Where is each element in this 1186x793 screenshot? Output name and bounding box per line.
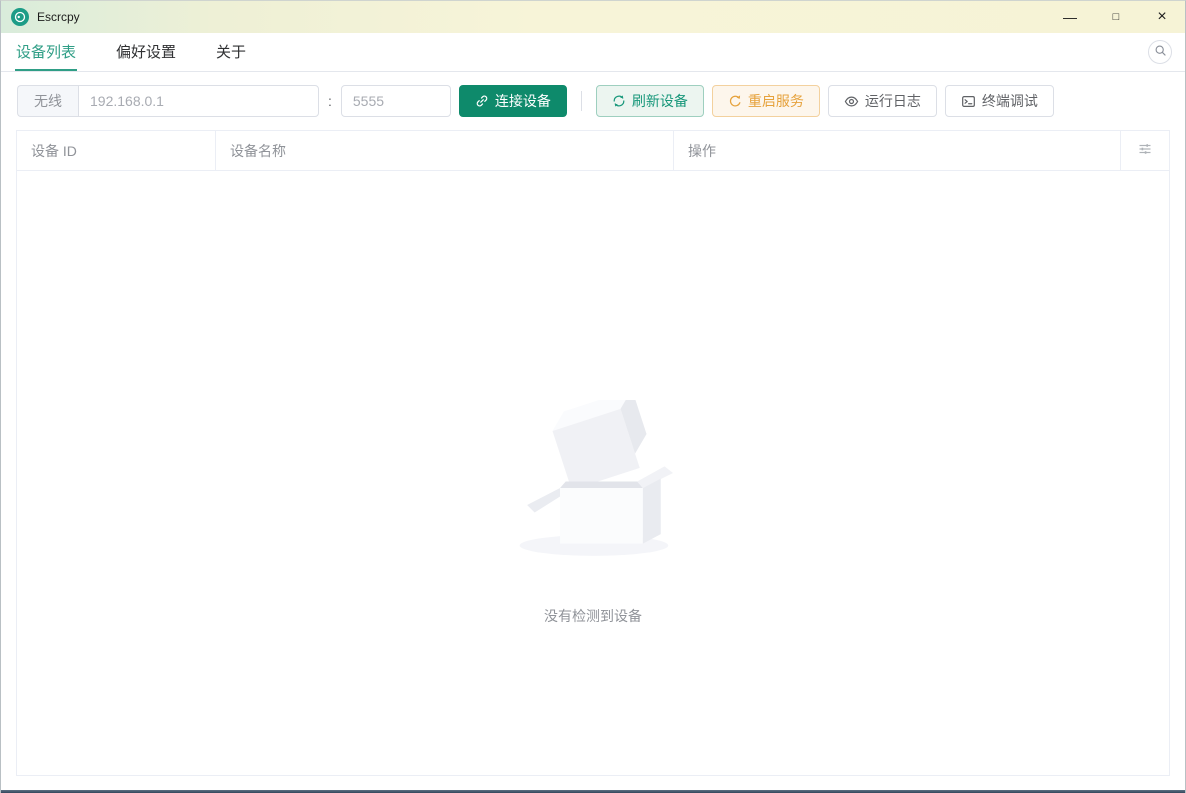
ip-port-separator: :	[328, 93, 332, 109]
refresh-right-icon	[728, 94, 742, 108]
column-header-device-id: 设备 ID	[17, 131, 216, 170]
maximize-button[interactable]: □	[1093, 1, 1139, 33]
refresh-icon	[612, 94, 626, 108]
refresh-devices-button[interactable]: 刷新设备	[595, 85, 704, 117]
empty-box-illustration	[519, 400, 673, 556]
empty-state-text: 没有检测到设备	[544, 608, 642, 624]
operation-sliders-icon	[1137, 141, 1153, 160]
run-logs-label: 运行日志	[864, 93, 921, 109]
refresh-devices-label: 刷新设备	[631, 93, 688, 109]
device-table: 设备 ID 设备名称 操作 没有检测到设备	[16, 130, 1170, 776]
minimize-button[interactable]: —	[1047, 1, 1093, 33]
tab-device-list[interactable]: 设备列表	[15, 33, 78, 71]
close-button[interactable]: ×	[1139, 1, 1185, 33]
connection-toolbar: 无线 : 连接设备	[1, 72, 1185, 130]
window-bottom-padding	[1, 776, 1185, 790]
link-icon	[475, 94, 489, 108]
terminal-debug-label: 终端调试	[981, 93, 1038, 109]
toolbar-divider	[580, 91, 582, 111]
tabbar: 设备列表 偏好设置 关于	[1, 33, 1185, 72]
column-settings-button[interactable]	[1121, 131, 1169, 170]
column-header-operations: 操作	[674, 131, 1121, 170]
search-button[interactable]	[1148, 40, 1172, 64]
titlebar-left: Escrcpy	[1, 8, 80, 26]
view-eye-icon	[844, 94, 859, 109]
app-title: Escrcpy	[37, 10, 80, 24]
tab-label: 偏好设置	[116, 43, 177, 61]
restart-service-button[interactable]: 重启服务	[711, 85, 820, 117]
search-icon	[1154, 44, 1167, 60]
device-table-header: 设备 ID 设备名称 操作	[17, 131, 1169, 171]
ip-input-group: 无线	[17, 85, 319, 117]
tab-about[interactable]: 关于	[215, 33, 247, 71]
terminal-debug-button[interactable]: 终端调试	[944, 85, 1054, 117]
run-logs-button[interactable]: 运行日志	[827, 85, 937, 117]
app-logo-icon	[11, 8, 29, 26]
port-input[interactable]	[340, 85, 451, 117]
column-header-device-name: 设备名称	[216, 131, 674, 170]
connect-device-button[interactable]: 连接设备	[458, 85, 567, 117]
ip-address-input[interactable]	[78, 85, 319, 117]
terminal-icon	[961, 94, 976, 109]
connect-device-label: 连接设备	[494, 93, 551, 109]
wireless-label: 无线	[17, 85, 78, 117]
window-controls: — □ ×	[1047, 1, 1185, 33]
tab-preferences[interactable]: 偏好设置	[115, 33, 177, 71]
device-table-body-empty: 没有检测到设备	[17, 171, 1169, 775]
restart-service-label: 重启服务	[747, 93, 804, 109]
tab-label: 设备列表	[16, 43, 77, 61]
app-window: Escrcpy — □ × 设备列表 偏好设置 关于 无线 192.168.0.…	[0, 0, 1186, 793]
tab-label: 关于	[216, 43, 247, 61]
titlebar: Escrcpy — □ ×	[1, 1, 1185, 33]
